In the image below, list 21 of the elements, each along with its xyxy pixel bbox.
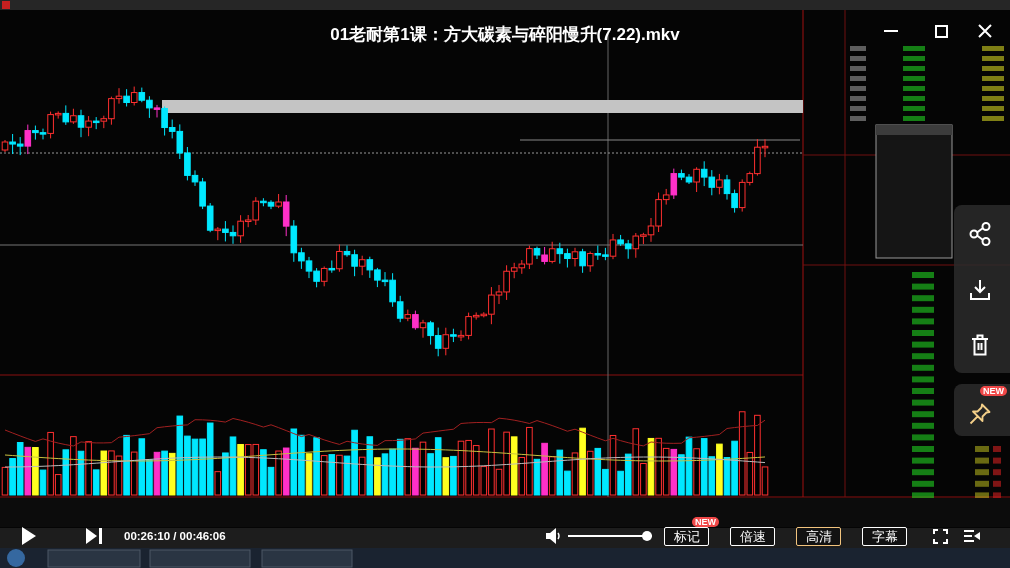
video-title: 01老耐第1课：方大碳素与碎阳慢升(7.22).mkv <box>330 23 680 46</box>
download-icon[interactable] <box>970 279 990 301</box>
playback-time: 00:26:10 / 00:46:06 <box>124 530 226 542</box>
pin-icon[interactable] <box>969 403 991 425</box>
new-badge: NEW <box>692 516 719 527</box>
option-button[interactable]: 倍速 <box>730 526 775 546</box>
option-button[interactable]: 高清 <box>796 526 841 546</box>
option-button[interactable]: 标记 <box>664 526 709 546</box>
share-icon[interactable] <box>969 221 991 246</box>
playlist-icon[interactable] <box>964 529 980 543</box>
trash-icon[interactable] <box>971 334 989 357</box>
skip-next-icon[interactable] <box>86 528 102 544</box>
play-icon[interactable] <box>22 527 36 545</box>
tick-volume-column-drawing <box>975 446 1001 499</box>
maximize-icon[interactable] <box>935 24 948 38</box>
option-button[interactable]: 字幕 <box>862 526 907 546</box>
volume-icon[interactable] <box>546 528 560 544</box>
volume-thumb[interactable] <box>642 531 652 541</box>
fullscreen-icon[interactable] <box>933 528 948 544</box>
close-icon[interactable] <box>978 24 992 38</box>
new-badge: NEW <box>980 386 1007 396</box>
